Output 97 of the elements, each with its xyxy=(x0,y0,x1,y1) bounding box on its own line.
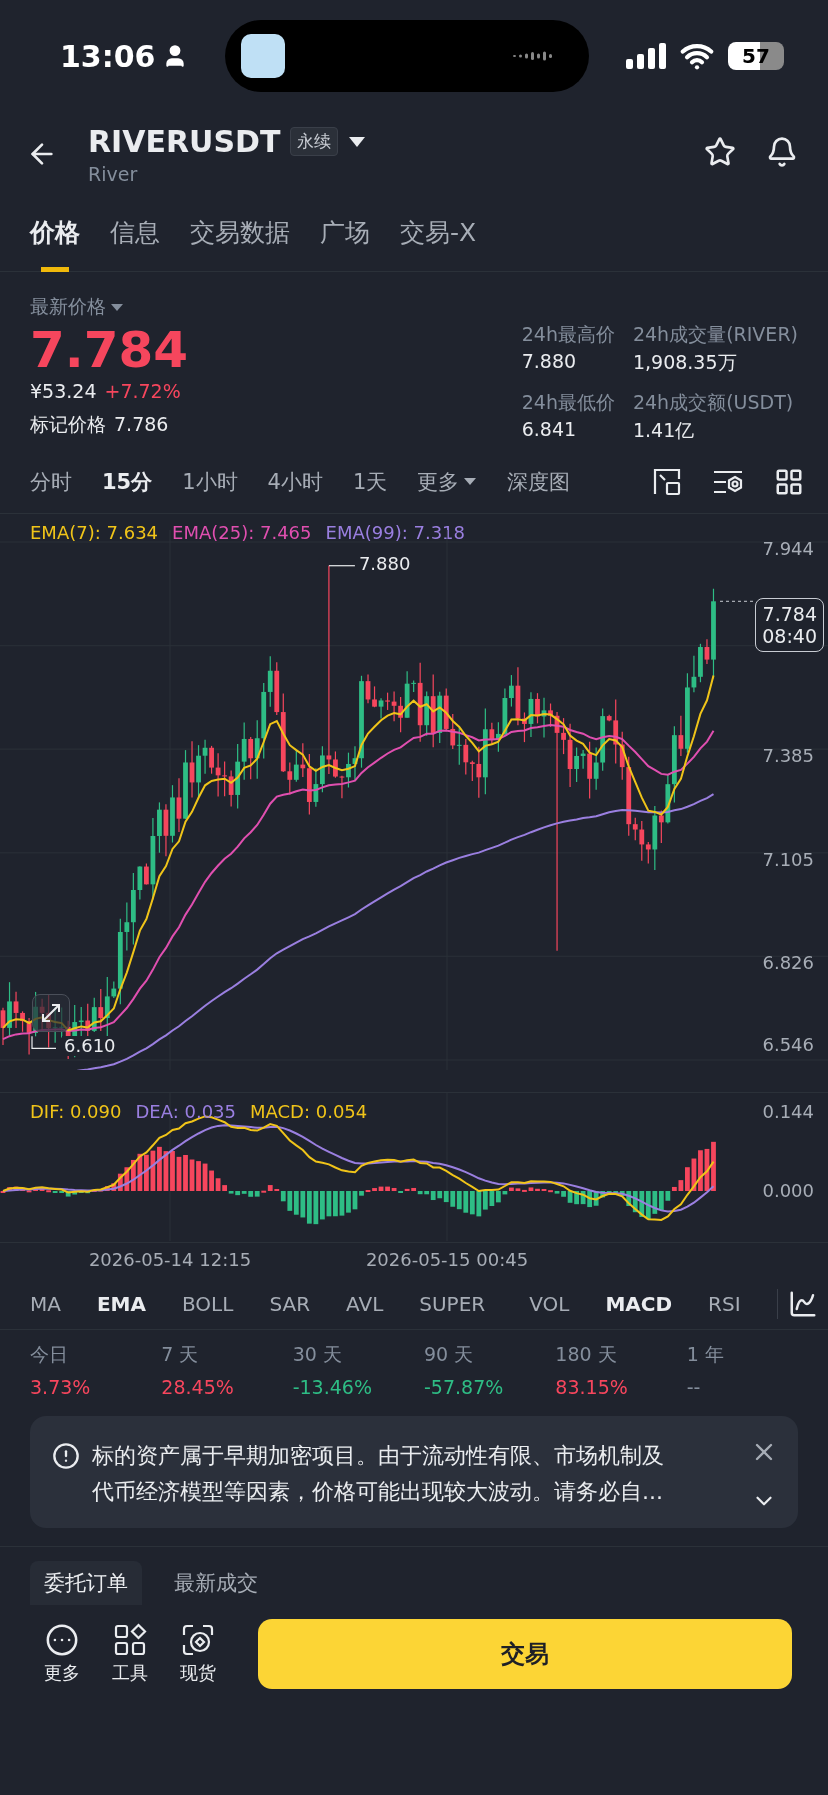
period-change: 28.45% xyxy=(161,1376,235,1398)
stat-label: 24h最低价 xyxy=(521,390,615,415)
caret-icon xyxy=(463,477,478,486)
interval-tab[interactable]: 4小时 xyxy=(267,467,323,496)
star-icon xyxy=(704,136,736,168)
shapes-icon xyxy=(113,1623,147,1657)
battery-level: 57 xyxy=(742,44,770,68)
period-label: 今日 xyxy=(30,1342,69,1367)
candle-countdown: 08:40 xyxy=(762,625,817,647)
current-price: 7.784 xyxy=(762,603,817,625)
indicator-tab[interactable]: VOL xyxy=(529,1291,570,1316)
macd-axis-label: 0.000 xyxy=(762,1180,814,1201)
chart-line-button[interactable] xyxy=(776,1288,818,1319)
crop-frame-icon[interactable] xyxy=(652,466,682,497)
indicator-tab[interactable]: SUPER xyxy=(419,1291,486,1316)
indicator-tab[interactable]: BOLL xyxy=(182,1291,234,1316)
asset-name: River xyxy=(88,163,139,185)
period-change: 83.15% xyxy=(555,1376,629,1398)
indicator-tab[interactable]: EMA xyxy=(96,1291,146,1316)
stat-label: 24h成交额(USDT) xyxy=(632,390,795,415)
tab[interactable]: 广场 xyxy=(320,204,370,272)
macd-legend: MACD: 0.054 xyxy=(250,1101,368,1122)
trade-button[interactable]: 交易 xyxy=(258,1619,792,1689)
stat-value: 7.880 xyxy=(521,350,578,372)
mark-price-value: 7.786 xyxy=(114,413,169,435)
stat-value: 1,908.35万 xyxy=(632,350,738,375)
price-label: 最新价格 xyxy=(30,294,106,319)
price-axis-label: 6.546 xyxy=(762,1034,814,1055)
indicator-tab[interactable]: SAR xyxy=(269,1291,311,1316)
tab[interactable]: 价格 xyxy=(30,204,80,272)
period-change: -13.46% xyxy=(292,1376,373,1398)
leader-line xyxy=(31,1035,57,1049)
period-change: -57.87% xyxy=(424,1376,505,1398)
period-label: 30 天 xyxy=(292,1342,343,1367)
last-price: 7.784 xyxy=(30,320,189,380)
stat-value: 1.41亿 xyxy=(632,418,696,443)
expand-button[interactable] xyxy=(32,994,70,1032)
period-change: 3.73% xyxy=(30,1376,92,1398)
period-label: 90 天 xyxy=(424,1342,475,1367)
order-tab[interactable]: 最新成交 xyxy=(160,1561,272,1605)
interval-tab[interactable]: 1天 xyxy=(353,467,388,496)
interval-tab[interactable]: 分时 xyxy=(30,467,72,496)
risk-notice-text: 标的资产属于早期加密项目。由于流动性有限、市场机制及代币经济模型等因素，价格可能出现较大波动。请务必自... xyxy=(92,1442,665,1506)
time-axis-label: 2026-05-14 12:15 xyxy=(88,1249,252,1270)
bottom-action-button[interactable]: 工具 xyxy=(112,1623,148,1685)
avatar-icon xyxy=(240,34,285,78)
price-axis-label: 7.385 xyxy=(762,745,814,767)
indicator-tab[interactable]: AVL xyxy=(346,1291,384,1316)
caret-icon[interactable] xyxy=(348,135,367,148)
coin-scan-icon xyxy=(181,1623,215,1657)
interval-tab[interactable]: 1小时 xyxy=(182,467,238,496)
expand-arrows-icon xyxy=(40,1002,62,1024)
low-price-marker: 6.610 xyxy=(62,1036,118,1057)
indicator-tab[interactable]: MACD xyxy=(605,1291,673,1316)
bottom-action-button[interactable]: 更多 xyxy=(44,1623,80,1685)
ema-legend: EMA(25): 7.465 xyxy=(172,522,312,544)
audio-wave-icon xyxy=(512,49,553,63)
indicator-tab[interactable]: RSI xyxy=(708,1291,741,1316)
status-time: 13:06 xyxy=(60,38,156,74)
macd-legend: DEA: 0.035 xyxy=(135,1101,236,1122)
symbol-title[interactable]: RIVERUSDT xyxy=(88,124,281,159)
period-label: 7 天 xyxy=(161,1342,200,1367)
more-icon xyxy=(45,1623,79,1657)
leader-line xyxy=(719,600,755,602)
signal-icon xyxy=(626,43,666,69)
macd-axis-label: 0.144 xyxy=(762,1101,814,1122)
bell-button[interactable] xyxy=(766,136,798,168)
leader-line xyxy=(328,565,356,567)
period-label: 1 年 xyxy=(686,1342,725,1367)
price-axis-label: 7.105 xyxy=(762,848,814,870)
stat-label: 24h最高价 xyxy=(521,322,615,347)
price-axis-label: 6.826 xyxy=(762,952,814,974)
price-axis-label: 7.944 xyxy=(762,538,814,559)
ema-legend: EMA(7): 7.634 xyxy=(30,522,159,544)
favorite-star-button[interactable] xyxy=(704,136,736,168)
tab[interactable]: 交易数据 xyxy=(190,204,290,272)
period-change: -- xyxy=(686,1376,702,1398)
interval-tab[interactable]: 15分 xyxy=(102,467,153,496)
tab[interactable]: 交易-X xyxy=(400,204,477,272)
order-tab[interactable]: 委托订单 xyxy=(30,1561,142,1605)
mark-price-label: 标记价格 xyxy=(30,412,106,437)
stat-value: 6.841 xyxy=(521,418,578,440)
price-change: +7.72% xyxy=(104,380,181,402)
interval-tab[interactable]: 深度图 xyxy=(507,467,571,496)
contract-type-badge: 永续 xyxy=(290,127,339,156)
bell-icon xyxy=(766,136,798,168)
macd-legend: DIF: 0.090 xyxy=(30,1101,122,1122)
alert-icon xyxy=(52,1442,80,1470)
period-label: 180 天 xyxy=(555,1342,618,1367)
interval-tab[interactable]: 更多 xyxy=(417,467,478,496)
tab[interactable]: 信息 xyxy=(110,204,160,272)
bottom-action-button[interactable]: 现货 xyxy=(180,1623,216,1685)
cny-price: ¥53.24 xyxy=(30,380,97,402)
stat-label: 24h成交量(RIVER) xyxy=(632,322,798,347)
time-axis-label: 2026-05-15 00:45 xyxy=(365,1249,529,1270)
indicator-tab[interactable]: MA xyxy=(30,1291,61,1316)
ema-legend: EMA(99): 7.318 xyxy=(325,522,465,544)
